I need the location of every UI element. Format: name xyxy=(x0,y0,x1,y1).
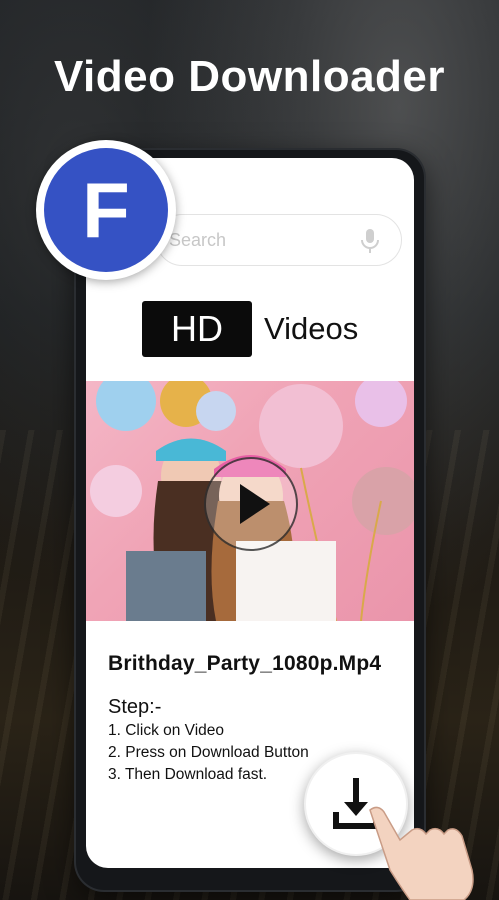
play-icon xyxy=(240,484,270,524)
play-button[interactable] xyxy=(204,457,298,551)
step-item: 1. Click on Video xyxy=(108,722,225,739)
hd-badge: HD xyxy=(142,301,252,357)
steps-title: Step:- xyxy=(108,696,162,718)
step-item: 3. Then Download fast. xyxy=(108,766,268,783)
hd-videos-banner: HD Videos xyxy=(142,301,358,357)
promo-headline: Video Downloader xyxy=(53,52,446,101)
hd-videos-label: Videos xyxy=(264,311,359,346)
steps-list: 1. Click on Video 2. Press on Download B… xyxy=(108,720,309,786)
mic-icon[interactable] xyxy=(359,228,381,254)
facebook-logo-icon: F xyxy=(44,148,168,272)
search-bar[interactable]: Search xyxy=(156,214,402,266)
pointing-hand-icon xyxy=(369,806,474,900)
video-filename: Brithday_Party_1080p.Mp4 xyxy=(108,652,382,675)
search-placeholder: Search xyxy=(169,230,227,250)
step-item: 2. Press on Download Button xyxy=(108,744,309,761)
video-thumbnail[interactable] xyxy=(86,381,414,621)
